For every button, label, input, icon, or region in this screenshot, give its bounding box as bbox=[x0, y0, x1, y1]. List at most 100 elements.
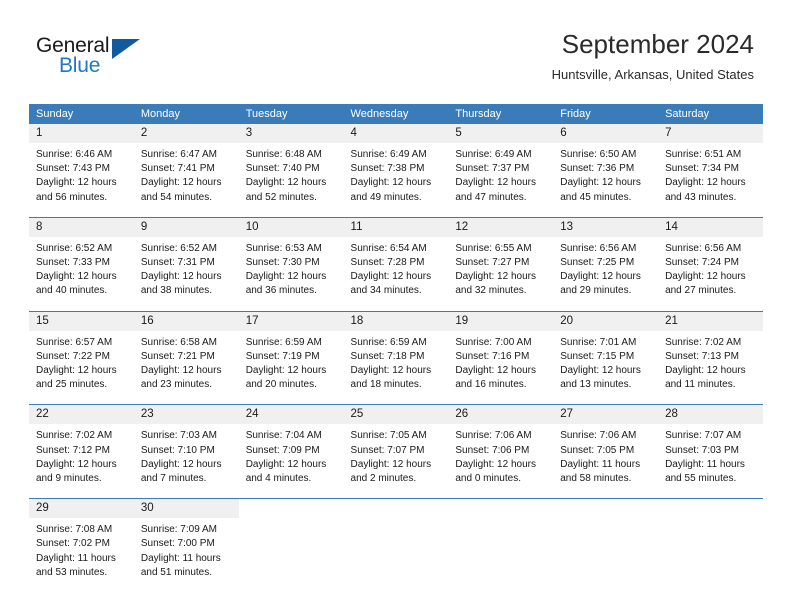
week-row: 8 Sunrise: 6:52 AM Sunset: 7:33 PM Dayli… bbox=[29, 216, 763, 311]
day-cell[interactable]: 13 Sunrise: 6:56 AM Sunset: 7:25 PM Dayl… bbox=[553, 217, 659, 311]
day-number: 7 bbox=[658, 124, 763, 143]
day-info: Sunrise: 7:03 AM Sunset: 7:10 PM Dayligh… bbox=[134, 424, 239, 486]
sunrise-text: Sunrise: 6:56 AM bbox=[665, 242, 742, 254]
sunset-text: Sunset: 7:10 PM bbox=[140, 444, 215, 456]
day-cell[interactable]: 2 Sunrise: 6:47 AM Sunset: 7:41 PM Dayli… bbox=[133, 124, 239, 217]
day-number: 8 bbox=[29, 217, 134, 237]
sunrise-text: Sunrise: 6:57 AM bbox=[36, 336, 113, 348]
daylight-text-line1: Daylight: 12 hours bbox=[140, 177, 222, 189]
day-cell[interactable]: 15 Sunrise: 6:57 AM Sunset: 7:22 PM Dayl… bbox=[29, 311, 134, 405]
daylight-text-line1: Daylight: 12 hours bbox=[665, 271, 746, 283]
sunset-text: Sunset: 7:15 PM bbox=[560, 350, 635, 362]
day-cell[interactable]: 23 Sunrise: 7:03 AM Sunset: 7:10 PM Dayl… bbox=[133, 405, 239, 498]
day-number: 15 bbox=[29, 311, 134, 331]
day-cell-empty bbox=[344, 499, 449, 592]
day-cell[interactable]: 16 Sunrise: 6:58 AM Sunset: 7:21 PM Dayl… bbox=[133, 311, 239, 405]
daylight-text-line2: and 29 minutes. bbox=[560, 285, 632, 297]
day-cell[interactable]: 6 Sunrise: 6:50 AM Sunset: 7:36 PM Dayli… bbox=[553, 124, 659, 217]
daylight-text-line1: Daylight: 12 hours bbox=[140, 458, 222, 470]
day-number: 2 bbox=[133, 124, 239, 143]
weekday-header-saturday: Saturday bbox=[665, 108, 710, 120]
day-cell[interactable]: 27 Sunrise: 7:06 AM Sunset: 7:05 PM Dayl… bbox=[553, 405, 659, 498]
day-cell[interactable]: 8 Sunrise: 6:52 AM Sunset: 7:33 PM Dayli… bbox=[29, 217, 134, 311]
day-cell[interactable]: 10 Sunrise: 6:53 AM Sunset: 7:30 PM Dayl… bbox=[238, 217, 344, 311]
day-cell[interactable]: 19 Sunrise: 7:00 AM Sunset: 7:16 PM Dayl… bbox=[448, 311, 554, 405]
day-number bbox=[448, 499, 553, 518]
sunset-text: Sunset: 7:36 PM bbox=[560, 163, 635, 175]
daylight-text-line1: Daylight: 12 hours bbox=[36, 177, 117, 189]
day-info: Sunrise: 6:46 AM Sunset: 7:43 PM Dayligh… bbox=[29, 143, 134, 205]
day-cell[interactable]: 5 Sunrise: 6:49 AM Sunset: 7:37 PM Dayli… bbox=[448, 124, 554, 217]
generalblue-logo[interactable]: General Blue bbox=[36, 34, 156, 80]
day-cell[interactable]: 17 Sunrise: 6:59 AM Sunset: 7:19 PM Dayl… bbox=[238, 311, 344, 405]
day-info: Sunrise: 7:06 AM Sunset: 7:05 PM Dayligh… bbox=[553, 424, 658, 486]
day-cell[interactable]: 14 Sunrise: 6:56 AM Sunset: 7:24 PM Dayl… bbox=[658, 217, 763, 311]
week-row: 29 Sunrise: 7:08 AM Sunset: 7:02 PM Dayl… bbox=[29, 498, 763, 592]
day-cell[interactable]: 21 Sunrise: 7:02 AM Sunset: 7:13 PM Dayl… bbox=[658, 311, 763, 405]
daylight-text-line2: and 55 minutes. bbox=[665, 473, 737, 485]
daylight-text-line1: Daylight: 12 hours bbox=[36, 271, 117, 283]
day-cell[interactable]: 3 Sunrise: 6:48 AM Sunset: 7:40 PM Dayli… bbox=[238, 124, 344, 217]
day-number bbox=[344, 499, 449, 518]
sunrise-text: Sunrise: 6:48 AM bbox=[245, 149, 322, 160]
day-cell-empty bbox=[658, 499, 763, 592]
day-number: 5 bbox=[448, 124, 554, 143]
day-cell[interactable]: 20 Sunrise: 7:01 AM Sunset: 7:15 PM Dayl… bbox=[553, 311, 659, 405]
sunset-text: Sunset: 7:13 PM bbox=[665, 350, 739, 362]
week-row: 22 Sunrise: 7:02 AM Sunset: 7:12 PM Dayl… bbox=[29, 404, 763, 498]
daylight-text-line2: and 58 minutes. bbox=[560, 473, 632, 485]
day-cell[interactable]: 9 Sunrise: 6:52 AM Sunset: 7:31 PM Dayli… bbox=[133, 217, 239, 311]
weekday-header-row: Sunday Monday Tuesday Wednesday Thursday… bbox=[29, 104, 763, 124]
daylight-text-line1: Daylight: 12 hours bbox=[560, 365, 641, 377]
day-cell[interactable]: 25 Sunrise: 7:05 AM Sunset: 7:07 PM Dayl… bbox=[343, 405, 449, 498]
day-info: Sunrise: 6:49 AM Sunset: 7:37 PM Dayligh… bbox=[448, 143, 553, 205]
day-cell[interactable]: 11 Sunrise: 6:54 AM Sunset: 7:28 PM Dayl… bbox=[343, 217, 449, 311]
sunset-text: Sunset: 7:27 PM bbox=[455, 257, 530, 269]
day-info: Sunrise: 6:59 AM Sunset: 7:19 PM Dayligh… bbox=[239, 331, 344, 393]
day-cell[interactable]: 28 Sunrise: 7:07 AM Sunset: 7:03 PM Dayl… bbox=[658, 405, 763, 498]
daylight-text-line1: Daylight: 12 hours bbox=[665, 365, 746, 377]
day-cell[interactable]: 12 Sunrise: 6:55 AM Sunset: 7:27 PM Dayl… bbox=[448, 217, 554, 311]
title-block: September 2024 Huntsville, Arkansas, Uni… bbox=[552, 28, 754, 85]
sunrise-text: Sunrise: 6:59 AM bbox=[350, 336, 427, 348]
day-number: 28 bbox=[658, 405, 763, 425]
day-cell[interactable]: 4 Sunrise: 6:49 AM Sunset: 7:38 PM Dayli… bbox=[343, 124, 449, 217]
daylight-text-line2: and 51 minutes. bbox=[140, 566, 213, 578]
day-cell-empty bbox=[448, 499, 553, 592]
daylight-text-line1: Daylight: 11 hours bbox=[665, 458, 745, 470]
day-cell[interactable]: 29 Sunrise: 7:08 AM Sunset: 7:02 PM Dayl… bbox=[29, 499, 134, 592]
day-cell[interactable]: 26 Sunrise: 7:06 AM Sunset: 7:06 PM Dayl… bbox=[448, 405, 554, 498]
daylight-text-line1: Daylight: 12 hours bbox=[455, 177, 536, 189]
day-cell[interactable]: 1 Sunrise: 6:46 AM Sunset: 7:43 PM Dayli… bbox=[29, 124, 134, 217]
sunset-text: Sunset: 7:30 PM bbox=[245, 257, 320, 269]
daylight-text-line1: Daylight: 12 hours bbox=[350, 271, 432, 283]
sunrise-text: Sunrise: 6:49 AM bbox=[350, 149, 427, 160]
day-number: 21 bbox=[658, 311, 763, 331]
daylight-text-line2: and 18 minutes. bbox=[350, 379, 422, 391]
daylight-text-line2: and 4 minutes. bbox=[245, 473, 312, 485]
page-subtitle: Huntsville, Arkansas, United States bbox=[551, 67, 754, 82]
day-cell[interactable]: 24 Sunrise: 7:04 AM Sunset: 7:09 PM Dayl… bbox=[238, 405, 344, 498]
daylight-text-line2: and 32 minutes. bbox=[455, 285, 527, 297]
sunset-text: Sunset: 7:33 PM bbox=[36, 257, 110, 269]
sunset-text: Sunset: 7:24 PM bbox=[665, 257, 739, 269]
day-cell[interactable]: 30 Sunrise: 7:09 AM Sunset: 7:00 PM Dayl… bbox=[133, 499, 239, 592]
day-info: Sunrise: 7:02 AM Sunset: 7:13 PM Dayligh… bbox=[658, 331, 763, 393]
day-number bbox=[239, 499, 344, 518]
week-row: 15 Sunrise: 6:57 AM Sunset: 7:22 PM Dayl… bbox=[29, 310, 763, 405]
day-number: 17 bbox=[238, 311, 344, 331]
sunset-text: Sunset: 7:37 PM bbox=[455, 163, 530, 175]
sunset-text: Sunset: 7:25 PM bbox=[560, 257, 635, 269]
day-info: Sunrise: 6:56 AM Sunset: 7:24 PM Dayligh… bbox=[658, 237, 763, 299]
day-cell[interactable]: 7 Sunrise: 6:51 AM Sunset: 7:34 PM Dayli… bbox=[658, 124, 763, 217]
sunrise-text: Sunrise: 6:58 AM bbox=[140, 336, 217, 348]
day-cell[interactable]: 22 Sunrise: 7:02 AM Sunset: 7:12 PM Dayl… bbox=[29, 405, 134, 498]
day-cell[interactable]: 18 Sunrise: 6:59 AM Sunset: 7:18 PM Dayl… bbox=[343, 311, 449, 405]
daylight-text-line2: and 40 minutes. bbox=[36, 285, 108, 297]
daylight-text-line1: Daylight: 12 hours bbox=[140, 365, 222, 377]
daylight-text-line1: Daylight: 12 hours bbox=[560, 177, 641, 189]
daylight-text-line1: Daylight: 12 hours bbox=[455, 458, 536, 470]
daylight-text-line2: and 9 minutes. bbox=[36, 473, 102, 485]
sunrise-text: Sunrise: 6:52 AM bbox=[36, 242, 113, 254]
daylight-text-line2: and 0 minutes. bbox=[455, 473, 521, 485]
